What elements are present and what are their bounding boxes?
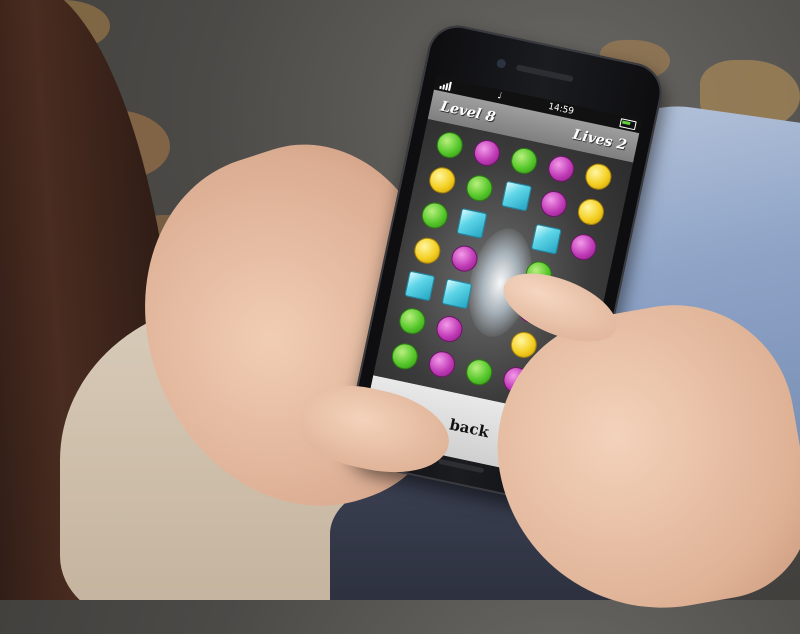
- gem-purple[interactable]: [426, 348, 458, 380]
- earpiece-speaker: [515, 64, 574, 83]
- volume-icon: ♩: [496, 91, 503, 102]
- gem-cyan[interactable]: [456, 208, 488, 239]
- gem-green[interactable]: [463, 356, 495, 388]
- back-button[interactable]: back: [448, 415, 491, 441]
- gem-green[interactable]: [434, 129, 466, 161]
- gem-green[interactable]: [419, 200, 451, 231]
- gem-cyan[interactable]: [441, 278, 473, 310]
- gem-cyan[interactable]: [501, 180, 533, 212]
- gem-purple[interactable]: [545, 153, 577, 185]
- gem-yellow[interactable]: [426, 164, 458, 196]
- lives-label: Lives 2: [571, 126, 629, 154]
- gem-purple[interactable]: [434, 313, 465, 345]
- gem-purple[interactable]: [538, 188, 570, 220]
- level-label: Level 8: [438, 98, 497, 126]
- gem-purple[interactable]: [471, 137, 503, 169]
- gem-green[interactable]: [389, 340, 421, 372]
- gem-purple[interactable]: [568, 231, 599, 263]
- gem-green[interactable]: [396, 305, 428, 337]
- gem-yellow[interactable]: [575, 196, 607, 228]
- gem-yellow[interactable]: [411, 235, 443, 267]
- gem-green[interactable]: [508, 145, 540, 177]
- signal-icon: [439, 79, 452, 91]
- gem-cyan[interactable]: [404, 270, 436, 302]
- gem-yellow[interactable]: [583, 161, 614, 193]
- front-camera: [495, 58, 507, 69]
- gem-green[interactable]: [464, 172, 495, 204]
- gem-cyan[interactable]: [530, 223, 562, 255]
- battery-icon: [619, 117, 637, 130]
